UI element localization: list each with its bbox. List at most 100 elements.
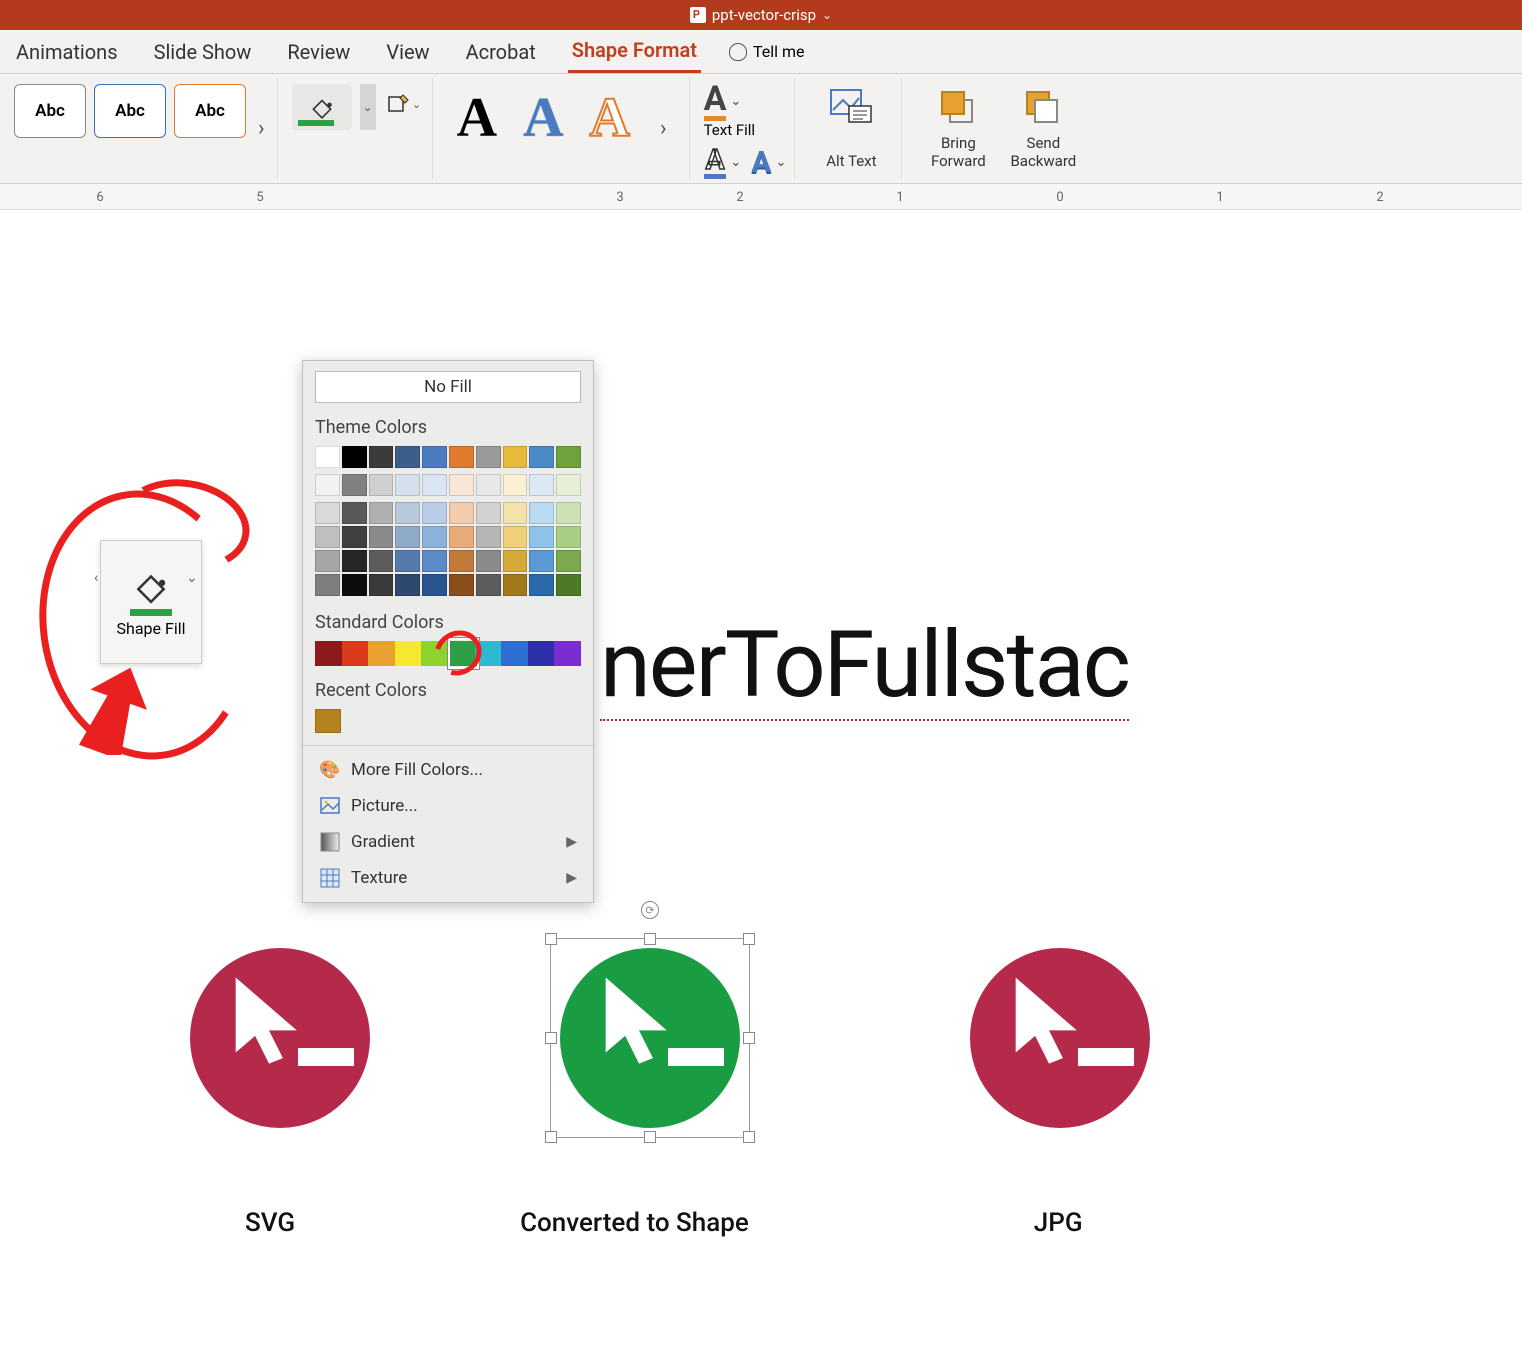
color-swatch[interactable] — [342, 474, 367, 496]
color-swatch[interactable] — [369, 446, 394, 468]
color-swatch[interactable] — [528, 641, 555, 666]
tab-shape-format[interactable]: Shape Format — [568, 30, 701, 73]
alt-text-button[interactable]: Alt Text — [809, 78, 893, 174]
color-swatch[interactable] — [554, 641, 581, 666]
color-swatch[interactable] — [315, 574, 340, 596]
color-swatch[interactable] — [342, 574, 367, 596]
color-swatch[interactable] — [476, 574, 501, 596]
color-swatch[interactable] — [529, 550, 554, 572]
color-swatch[interactable] — [395, 502, 420, 524]
color-swatch[interactable] — [529, 446, 554, 468]
color-swatch[interactable] — [503, 574, 528, 596]
color-swatch[interactable] — [395, 641, 422, 666]
text-fill-button[interactable]: A⌄ — [704, 82, 742, 121]
color-swatch[interactable] — [476, 526, 501, 548]
shape-style-preset-1[interactable]: Abc — [14, 84, 86, 138]
shape-styles-more-button[interactable]: › — [254, 112, 269, 145]
tab-acrobat[interactable]: Acrobat — [462, 32, 540, 72]
tab-review[interactable]: Review — [283, 32, 354, 72]
shape-fill-dropdown-button[interactable]: ⌄ — [360, 84, 376, 130]
color-swatch[interactable] — [369, 574, 394, 596]
color-swatch[interactable] — [529, 574, 554, 596]
color-swatch[interactable] — [369, 474, 394, 496]
color-swatch[interactable] — [529, 502, 554, 524]
color-swatch[interactable] — [315, 526, 340, 548]
svg-shape-example[interactable] — [190, 948, 370, 1128]
converted-shape-example[interactable]: ⟳ — [560, 948, 740, 1128]
color-swatch[interactable] — [422, 550, 447, 572]
color-swatch[interactable] — [529, 526, 554, 548]
color-swatch[interactable] — [395, 550, 420, 572]
color-swatch[interactable] — [476, 502, 501, 524]
color-swatch[interactable] — [395, 526, 420, 548]
color-swatch[interactable] — [529, 474, 554, 496]
color-swatch[interactable] — [315, 474, 340, 496]
send-backward-button[interactable]: Send Backward — [1008, 78, 1078, 174]
color-swatch[interactable] — [503, 526, 528, 548]
tell-me-search[interactable]: Tell me — [729, 42, 805, 61]
no-fill-button[interactable]: No Fill — [315, 371, 581, 403]
color-swatch[interactable] — [476, 550, 501, 572]
color-swatch[interactable] — [342, 502, 367, 524]
slide-canvas[interactable]: nerToFullstac Shape Fill ‹ ⌄ No Fill The… — [0, 210, 1522, 1358]
color-swatch[interactable] — [503, 550, 528, 572]
color-swatch[interactable] — [556, 574, 581, 596]
color-swatch[interactable] — [315, 502, 340, 524]
color-swatch[interactable] — [556, 502, 581, 524]
color-swatch[interactable] — [369, 502, 394, 524]
rotation-handle[interactable]: ⟳ — [641, 901, 659, 919]
tab-slide-show[interactable]: Slide Show — [150, 32, 256, 72]
color-swatch[interactable] — [476, 474, 501, 496]
color-swatch[interactable] — [503, 474, 528, 496]
color-swatch[interactable] — [369, 550, 394, 572]
shape-outline-button[interactable]: ⌄ — [384, 84, 424, 124]
color-swatch[interactable] — [342, 550, 367, 572]
color-swatch[interactable] — [342, 446, 367, 468]
color-swatch[interactable] — [449, 474, 474, 496]
wordart-preset-2[interactable]: A — [523, 86, 563, 150]
title-chevron-icon[interactable]: ⌄ — [822, 8, 832, 22]
wordart-more-button[interactable]: › — [656, 112, 671, 145]
bring-forward-button[interactable]: Bring Forward — [916, 78, 1000, 174]
color-swatch[interactable] — [342, 526, 367, 548]
color-swatch[interactable] — [422, 474, 447, 496]
color-swatch[interactable] — [422, 446, 447, 468]
texture-fill-item[interactable]: Texture ▶ — [315, 860, 581, 896]
tab-view[interactable]: View — [382, 32, 433, 72]
color-swatch[interactable] — [422, 502, 447, 524]
color-swatch[interactable] — [501, 641, 528, 666]
color-swatch[interactable] — [368, 641, 395, 666]
color-swatch[interactable] — [503, 446, 528, 468]
tab-animations[interactable]: Animations — [12, 32, 122, 72]
color-swatch[interactable] — [315, 709, 341, 733]
color-swatch[interactable] — [449, 446, 474, 468]
picture-fill-item[interactable]: Picture... — [315, 788, 581, 824]
jpg-shape-example[interactable] — [970, 948, 1150, 1128]
color-swatch[interactable] — [315, 550, 340, 572]
color-swatch[interactable] — [449, 550, 474, 572]
color-swatch[interactable] — [449, 574, 474, 596]
wordart-preset-1[interactable]: A — [457, 86, 497, 150]
color-swatch[interactable] — [476, 446, 501, 468]
color-swatch[interactable] — [315, 446, 340, 468]
color-swatch[interactable] — [395, 574, 420, 596]
shape-style-preset-3[interactable]: Abc — [174, 84, 246, 138]
color-swatch[interactable] — [342, 641, 369, 666]
color-swatch[interactable] — [449, 502, 474, 524]
color-swatch[interactable] — [395, 474, 420, 496]
color-swatch[interactable] — [556, 474, 581, 496]
text-effects-button[interactable]: A⌄ — [751, 145, 786, 180]
gradient-fill-item[interactable]: Gradient ▶ — [315, 824, 581, 860]
color-swatch[interactable] — [315, 641, 342, 666]
color-swatch[interactable] — [556, 526, 581, 548]
color-swatch[interactable] — [422, 526, 447, 548]
color-swatch[interactable] — [369, 526, 394, 548]
shape-style-preset-2[interactable]: Abc — [94, 84, 166, 138]
wordart-preset-3[interactable]: A — [590, 86, 630, 150]
shape-fill-button[interactable] — [292, 84, 352, 130]
color-swatch[interactable] — [556, 550, 581, 572]
slide-headline-text[interactable]: nerToFullstac — [600, 612, 1129, 719]
text-outline-button[interactable]: A⌄ — [704, 145, 742, 180]
color-swatch[interactable] — [449, 526, 474, 548]
color-swatch[interactable] — [503, 502, 528, 524]
